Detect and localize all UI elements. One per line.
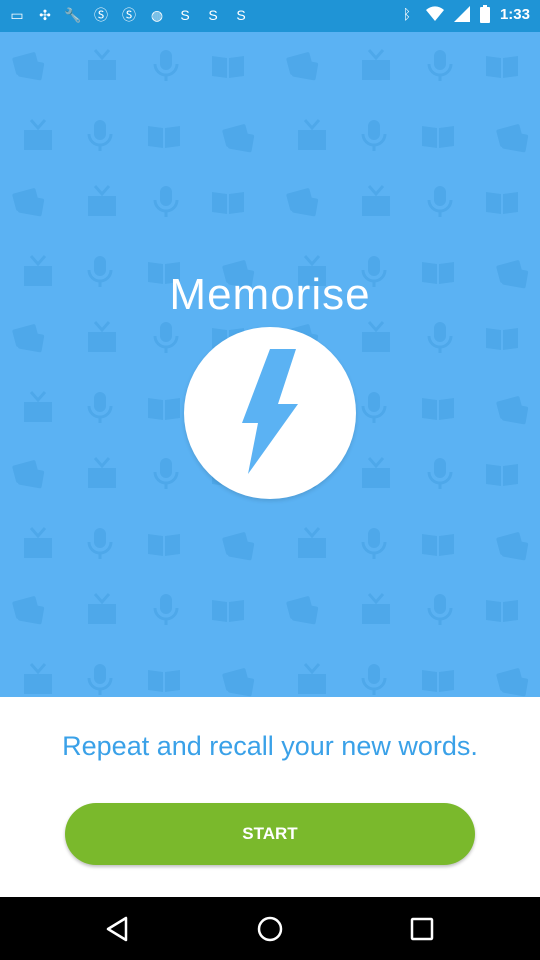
- wrench-icon: 🔧: [64, 7, 82, 23]
- sf-icon: Ⓢ: [122, 7, 136, 23]
- signal-icon: [453, 6, 470, 22]
- s-icon: S: [208, 7, 218, 23]
- status-time: 1:33: [499, 5, 530, 23]
- home-icon[interactable]: [256, 915, 284, 943]
- messages-icon: ▭: [10, 7, 24, 23]
- back-icon[interactable]: [104, 915, 132, 943]
- intro-panel: Repeat and recall your new words. START: [0, 697, 540, 897]
- notification-icons: ▭ ✣ 🔧 Ⓢ Ⓢ ◍ S S S: [8, 6, 250, 24]
- sf-icon: Ⓢ: [94, 7, 108, 23]
- battery-icon: [479, 5, 490, 23]
- wifi-icon: [425, 6, 444, 22]
- app-title: Memorise: [169, 270, 371, 319]
- bluetooth-icon: ᛒ: [402, 6, 412, 22]
- s-icon: S: [180, 7, 190, 23]
- tagline-text: Repeat and recall your new words.: [62, 731, 478, 761]
- lightning-bolt-icon: [242, 349, 298, 474]
- hero-banner: Memorise: [0, 32, 540, 697]
- recent-apps-icon[interactable]: [408, 915, 436, 943]
- start-button[interactable]: START: [65, 803, 475, 865]
- s-icon: S: [236, 7, 246, 23]
- system-icons: ᛒ 1:33: [398, 5, 530, 23]
- yes-icon: ◍: [150, 7, 164, 23]
- navigation-bar: [0, 897, 540, 960]
- status-bar: ▭ ✣ 🔧 Ⓢ Ⓢ ◍ S S S ᛒ 1:33: [0, 0, 540, 32]
- lightning-bolt-badge: [184, 327, 356, 499]
- pinwheel-icon: ✣: [39, 7, 51, 23]
